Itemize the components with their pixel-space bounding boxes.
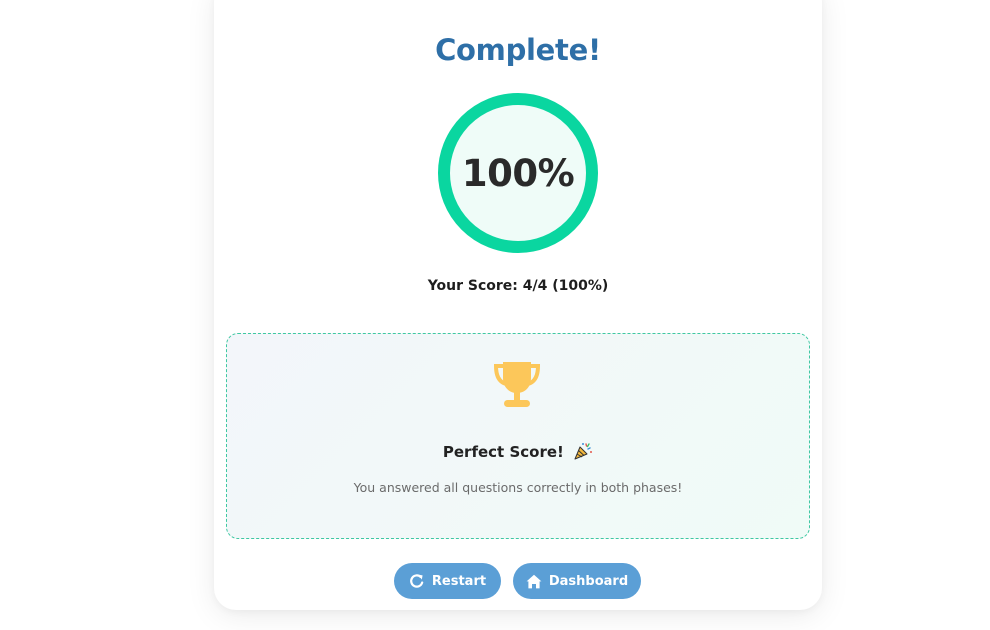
banner-heading: Perfect Score!	[227, 442, 809, 461]
dashboard-label: Dashboard	[548, 573, 629, 589]
score-summary: Your Score: 4/4 (100%)	[427, 278, 609, 294]
banner-heading-text: Perfect Score!	[442, 443, 564, 461]
restart-icon	[410, 574, 424, 588]
trophy-icon	[493, 362, 541, 407]
restart-button[interactable]: Restart	[394, 563, 501, 599]
banner-message: You answered all questions correctly in …	[353, 480, 683, 495]
restart-label: Restart	[431, 573, 487, 589]
score-percent: 100%	[461, 151, 575, 195]
party-popper-icon	[574, 443, 593, 460]
home-icon	[526, 574, 542, 588]
dashboard-button[interactable]: Dashboard	[513, 563, 641, 599]
perfect-score-banner: Perfect Score! You answered all question…	[226, 333, 810, 539]
page-title: Complete!	[435, 33, 601, 67]
score-ring: 100%	[438, 93, 598, 253]
results-card: Complete! 100% Your Score: 4/4 (100%) Pe…	[214, 0, 822, 610]
